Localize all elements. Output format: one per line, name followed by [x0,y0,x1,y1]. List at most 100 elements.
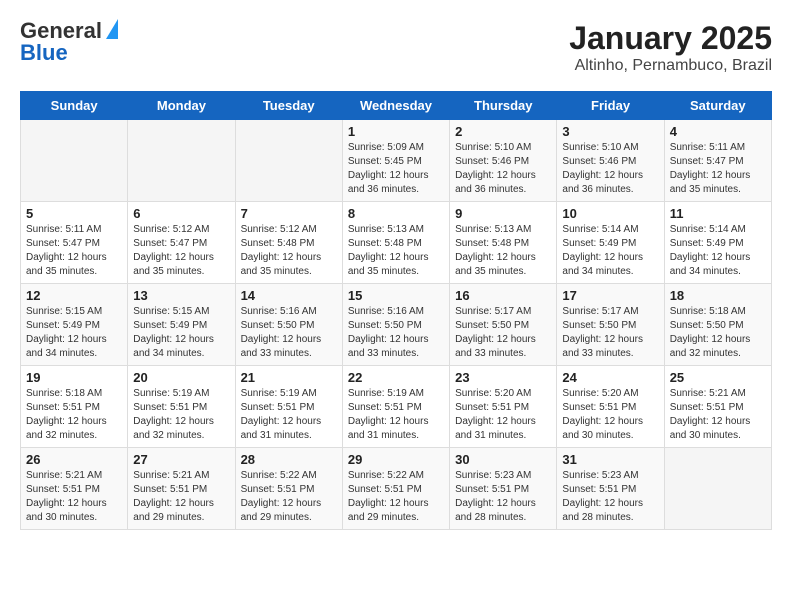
calendar-cell: 19 Sunrise: 5:18 AM Sunset: 5:51 PM Dayli… [21,366,128,448]
calendar-cell: 24 Sunrise: 5:20 AM Sunset: 5:51 PM Dayli… [557,366,664,448]
day-number: 13 [133,288,229,303]
calendar-cell: 28 Sunrise: 5:22 AM Sunset: 5:51 PM Dayli… [235,448,342,530]
calendar-cell: 20 Sunrise: 5:19 AM Sunset: 5:51 PM Dayli… [128,366,235,448]
day-info: Sunrise: 5:12 AM Sunset: 5:47 PM Dayligh… [133,223,229,279]
location: Altinho, Pernambuco, Brazil [569,57,772,75]
logo-blue: Blue [20,42,68,64]
calendar-cell: 9Sunrise: 5:13 AM Sunset: 5:48 PM Daylig… [450,202,557,284]
day-info: Sunrise: 5:10 AM Sunset: 5:46 PM Dayligh… [455,141,551,197]
day-info: Sunrise: 5:18 AM Sunset: 5:51 PM Dayligh… [26,387,122,443]
logo-triangle-icon [106,19,118,39]
calendar: SundayMondayTuesdayWednesdayThursdayFrid… [20,91,772,530]
weekday-header: Wednesday [342,92,449,120]
day-info: Sunrise: 5:14 AM Sunset: 5:49 PM Dayligh… [670,223,766,279]
month-title: January 2025 [569,20,772,57]
weekday-header: Tuesday [235,92,342,120]
day-number: 29 [348,452,444,467]
day-info: Sunrise: 5:10 AM Sunset: 5:46 PM Dayligh… [562,141,658,197]
day-info: Sunrise: 5:11 AM Sunset: 5:47 PM Dayligh… [670,141,766,197]
day-info: Sunrise: 5:23 AM Sunset: 5:51 PM Dayligh… [455,469,551,525]
day-number: 18 [670,288,766,303]
calendar-cell: 5 Sunrise: 5:11 AM Sunset: 5:47 PM Daylig… [21,202,128,284]
logo-general: General [20,20,102,42]
calendar-week-row: 12 Sunrise: 5:15 AM Sunset: 5:49 PM Dayli… [21,284,772,366]
day-info: Sunrise: 5:18 AM Sunset: 5:50 PM Dayligh… [670,305,766,361]
day-info: Sunrise: 5:11 AM Sunset: 5:47 PM Dayligh… [26,223,122,279]
calendar-week-row: 26 Sunrise: 5:21 AM Sunset: 5:51 PM Dayli… [21,448,772,530]
day-number: 12 [26,288,122,303]
day-number: 19 [26,370,122,385]
calendar-cell: 22Sunrise: 5:19 AM Sunset: 5:51 PM Dayli… [342,366,449,448]
day-number: 6 [133,206,229,221]
day-number: 21 [241,370,337,385]
day-number: 4 [670,124,766,139]
title-block: January 2025 Altinho, Pernambuco, Brazil [569,20,772,75]
day-info: Sunrise: 5:14 AM Sunset: 5:49 PM Dayligh… [562,223,658,279]
day-number: 24 [562,370,658,385]
day-info: Sunrise: 5:21 AM Sunset: 5:51 PM Dayligh… [26,469,122,525]
calendar-cell: 26 Sunrise: 5:21 AM Sunset: 5:51 PM Dayli… [21,448,128,530]
day-number: 22 [348,370,444,385]
logo: General Blue [20,20,118,64]
day-number: 30 [455,452,551,467]
weekday-header: Thursday [450,92,557,120]
calendar-cell: 17Sunrise: 5:17 AM Sunset: 5:50 PM Dayli… [557,284,664,366]
day-info: Sunrise: 5:20 AM Sunset: 5:51 PM Dayligh… [455,387,551,443]
calendar-cell [235,120,342,202]
weekday-header: Saturday [664,92,771,120]
day-number: 11 [670,206,766,221]
calendar-cell: 11 Sunrise: 5:14 AM Sunset: 5:49 PM Dayli… [664,202,771,284]
day-info: Sunrise: 5:16 AM Sunset: 5:50 PM Dayligh… [348,305,444,361]
day-info: Sunrise: 5:15 AM Sunset: 5:49 PM Dayligh… [26,305,122,361]
day-info: Sunrise: 5:21 AM Sunset: 5:51 PM Dayligh… [133,469,229,525]
day-info: Sunrise: 5:12 AM Sunset: 5:48 PM Dayligh… [241,223,337,279]
calendar-cell: 3Sunrise: 5:10 AM Sunset: 5:46 PM Daylig… [557,120,664,202]
day-number: 14 [241,288,337,303]
day-info: Sunrise: 5:20 AM Sunset: 5:51 PM Dayligh… [562,387,658,443]
day-number: 15 [348,288,444,303]
day-number: 25 [670,370,766,385]
calendar-cell [664,448,771,530]
calendar-cell: 27 Sunrise: 5:21 AM Sunset: 5:51 PM Dayli… [128,448,235,530]
calendar-cell: 1Sunrise: 5:09 AM Sunset: 5:45 PM Daylig… [342,120,449,202]
day-info: Sunrise: 5:13 AM Sunset: 5:48 PM Dayligh… [455,223,551,279]
day-number: 16 [455,288,551,303]
day-info: Sunrise: 5:22 AM Sunset: 5:51 PM Dayligh… [241,469,337,525]
calendar-week-row: 1Sunrise: 5:09 AM Sunset: 5:45 PM Daylig… [21,120,772,202]
calendar-cell: 14 Sunrise: 5:16 AM Sunset: 5:50 PM Dayli… [235,284,342,366]
day-number: 7 [241,206,337,221]
day-number: 31 [562,452,658,467]
weekday-header-row: SundayMondayTuesdayWednesdayThursdayFrid… [21,92,772,120]
calendar-cell: 12 Sunrise: 5:15 AM Sunset: 5:49 PM Dayli… [21,284,128,366]
calendar-cell: 21Sunrise: 5:19 AM Sunset: 5:51 PM Dayli… [235,366,342,448]
day-number: 5 [26,206,122,221]
day-number: 23 [455,370,551,385]
calendar-cell: 13 Sunrise: 5:15 AM Sunset: 5:49 PM Dayli… [128,284,235,366]
day-number: 2 [455,124,551,139]
day-info: Sunrise: 5:16 AM Sunset: 5:50 PM Dayligh… [241,305,337,361]
day-number: 10 [562,206,658,221]
day-number: 17 [562,288,658,303]
calendar-cell: 8 Sunrise: 5:13 AM Sunset: 5:48 PM Daylig… [342,202,449,284]
calendar-cell [21,120,128,202]
day-number: 28 [241,452,337,467]
calendar-cell: 10 Sunrise: 5:14 AM Sunset: 5:49 PM Dayli… [557,202,664,284]
weekday-header: Monday [128,92,235,120]
calendar-cell: 18 Sunrise: 5:18 AM Sunset: 5:50 PM Dayli… [664,284,771,366]
day-info: Sunrise: 5:22 AM Sunset: 5:51 PM Dayligh… [348,469,444,525]
calendar-cell: 4 Sunrise: 5:11 AM Sunset: 5:47 PM Daylig… [664,120,771,202]
calendar-cell: 31Sunrise: 5:23 AM Sunset: 5:51 PM Dayli… [557,448,664,530]
day-info: Sunrise: 5:13 AM Sunset: 5:48 PM Dayligh… [348,223,444,279]
day-info: Sunrise: 5:15 AM Sunset: 5:49 PM Dayligh… [133,305,229,361]
calendar-week-row: 19 Sunrise: 5:18 AM Sunset: 5:51 PM Dayli… [21,366,772,448]
day-info: Sunrise: 5:19 AM Sunset: 5:51 PM Dayligh… [133,387,229,443]
day-number: 26 [26,452,122,467]
day-info: Sunrise: 5:21 AM Sunset: 5:51 PM Dayligh… [670,387,766,443]
day-number: 27 [133,452,229,467]
day-number: 8 [348,206,444,221]
weekday-header: Sunday [21,92,128,120]
calendar-cell [128,120,235,202]
day-number: 20 [133,370,229,385]
calendar-cell: 7 Sunrise: 5:12 AM Sunset: 5:48 PM Daylig… [235,202,342,284]
header: General Blue January 2025 Altinho, Perna… [20,20,772,75]
